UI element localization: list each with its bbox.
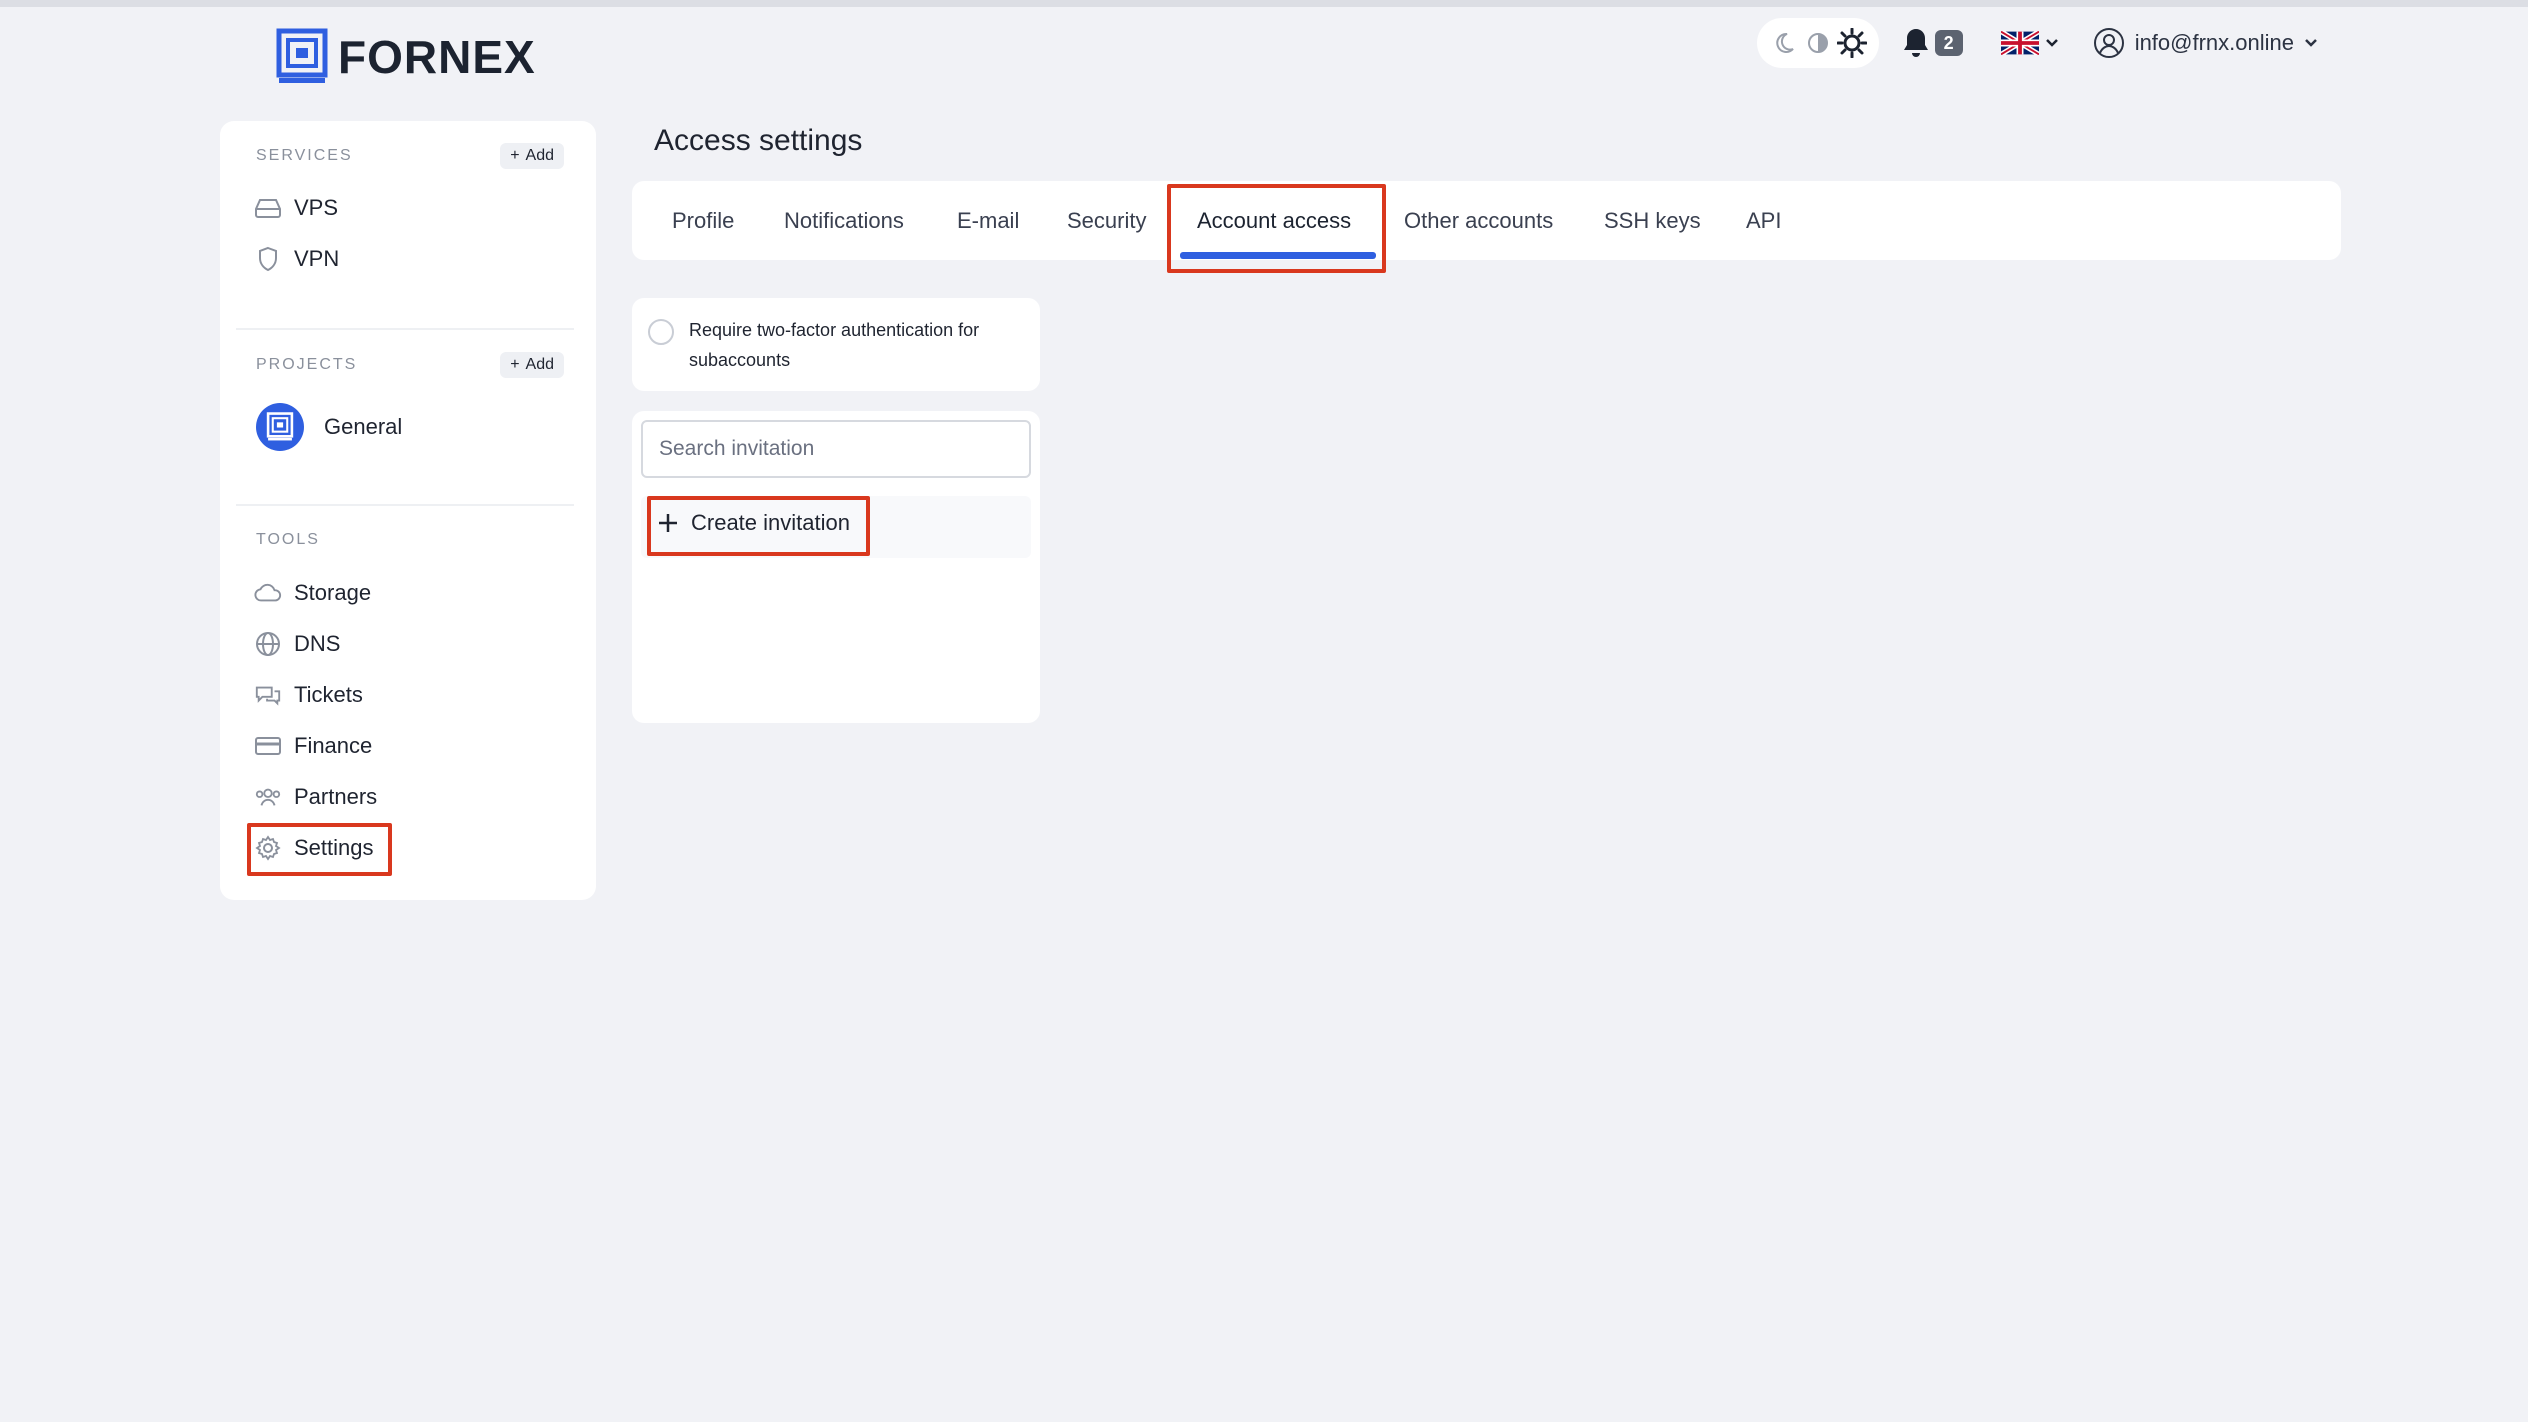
- sidebar-item-label: Tickets: [294, 682, 363, 707]
- active-tab-indicator: [1180, 252, 1376, 259]
- tab-ssh-keys[interactable]: SSH keys: [1604, 181, 1701, 260]
- notifications-button[interactable]: 2: [1901, 27, 1963, 59]
- invitations-card: Create invitation: [632, 411, 1040, 723]
- users-icon: [254, 783, 282, 811]
- sun-icon[interactable]: [1836, 27, 1868, 59]
- server-icon: [254, 194, 282, 222]
- create-invitation-label: Create invitation: [691, 510, 850, 535]
- tab-email[interactable]: E-mail: [957, 181, 1019, 260]
- create-invitation-row: Create invitation: [641, 496, 1031, 558]
- brand-name: FORNEX: [338, 31, 536, 83]
- user-email: info@frnx.online: [2134, 30, 2294, 55]
- uk-flag-icon: [2000, 31, 2039, 55]
- two-factor-checkbox[interactable]: [648, 319, 674, 345]
- sidebar-item-general[interactable]: General: [256, 403, 402, 451]
- brand-logo[interactable]: FORNEX: [276, 28, 536, 86]
- plus-icon: [659, 514, 677, 532]
- search-invitation-input[interactable]: [641, 420, 1031, 478]
- notifications-badge: 2: [1934, 30, 1963, 56]
- sidebar-item-tickets[interactable]: Tickets: [254, 681, 363, 709]
- chevron-down-icon: [2305, 39, 2317, 47]
- user-circle-icon: [2093, 28, 2124, 58]
- user-menu[interactable]: info@frnx.online: [2093, 27, 2318, 59]
- sidebar-divider: [236, 328, 574, 330]
- two-factor-card: Require two-factor authentication for su…: [632, 298, 1040, 391]
- fornex-logo-icon: [276, 28, 328, 83]
- sidebar-item-label: General: [324, 414, 403, 439]
- sidebar: SERVICES + Add VPS VPN PROJECTS + Add Ge…: [220, 121, 596, 900]
- tab-account-access[interactable]: Account access: [1197, 181, 1351, 260]
- sidebar-item-label: VPS: [294, 195, 339, 220]
- create-invitation-button[interactable]: Create invitation: [657, 510, 850, 536]
- sidebar-item-finance[interactable]: Finance: [254, 732, 372, 760]
- tab-profile[interactable]: Profile: [672, 181, 734, 260]
- tab-security[interactable]: Security: [1067, 181, 1146, 260]
- chat-icon: [254, 681, 282, 709]
- settings-tabs: Profile Notifications E-mail Security Ac…: [632, 181, 2341, 260]
- add-project-label: Add: [525, 356, 554, 373]
- top-strip: [0, 0, 2528, 7]
- page-title: Access settings: [654, 124, 863, 157]
- sidebar-item-label: VPN: [294, 246, 340, 271]
- moon-icon[interactable]: [1768, 27, 1800, 59]
- header-toolbar: 2 info@frnx.online: [1756, 18, 2318, 68]
- services-header: SERVICES + Add: [256, 143, 564, 169]
- tools-header: TOOLS: [256, 531, 564, 549]
- sidebar-divider: [236, 504, 574, 506]
- sidebar-item-vps[interactable]: VPS: [254, 194, 338, 222]
- sidebar-item-settings[interactable]: Settings: [254, 834, 374, 862]
- sidebar-item-label: Settings: [294, 835, 374, 860]
- sidebar-item-label: Partners: [294, 784, 378, 809]
- sidebar-item-vpn[interactable]: VPN: [254, 245, 339, 273]
- two-factor-label: Require two-factor authentication for su…: [689, 320, 980, 370]
- theme-toggle[interactable]: [1756, 18, 1879, 68]
- cloud-icon: [254, 579, 282, 607]
- add-service-button[interactable]: + Add: [500, 143, 564, 169]
- language-selector[interactable]: [2000, 31, 2059, 55]
- services-title: SERVICES: [256, 147, 353, 164]
- plus-icon: +: [510, 147, 520, 164]
- sidebar-item-label: Storage: [294, 580, 372, 605]
- projects-header: PROJECTS + Add: [256, 352, 564, 378]
- add-service-label: Add: [525, 147, 554, 164]
- sidebar-item-dns[interactable]: DNS: [254, 630, 340, 658]
- sidebar-item-label: DNS: [294, 631, 341, 656]
- tools-title: TOOLS: [256, 531, 320, 548]
- tab-api[interactable]: API: [1746, 181, 1781, 260]
- tab-other-accounts[interactable]: Other accounts: [1404, 181, 1553, 260]
- globe-icon: [254, 630, 282, 658]
- plus-icon: +: [510, 356, 520, 373]
- shield-icon: [254, 245, 282, 273]
- gear-icon: [254, 834, 282, 862]
- sidebar-item-storage[interactable]: Storage: [254, 579, 371, 607]
- bell-icon: [1903, 29, 1928, 57]
- card-icon: [254, 732, 282, 760]
- projects-title: PROJECTS: [256, 356, 358, 373]
- sidebar-item-label: Finance: [294, 733, 373, 758]
- add-project-button[interactable]: + Add: [500, 352, 564, 378]
- sidebar-item-partners[interactable]: Partners: [254, 783, 377, 811]
- auto-theme-icon[interactable]: [1802, 27, 1834, 59]
- tab-notifications[interactable]: Notifications: [784, 181, 904, 260]
- chevron-down-icon: [2045, 39, 2058, 47]
- project-logo-icon: [256, 403, 304, 451]
